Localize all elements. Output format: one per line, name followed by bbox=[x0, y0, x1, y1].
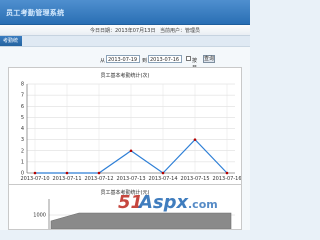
app-header: 员工考勤管理系统 bbox=[0, 0, 250, 25]
data-point bbox=[97, 171, 101, 175]
x-tick-label: 2013-07-13 bbox=[116, 176, 145, 182]
x-tick-label: 2013-07-15 bbox=[180, 176, 209, 182]
y-tick-label: 1000 bbox=[33, 213, 46, 219]
main-content: 从 2013-07-19 到 2013-07-16 按日 查询 员工基本考勤统计… bbox=[0, 47, 250, 230]
data-point bbox=[129, 149, 133, 153]
watermark-logo-icon: 51 Aspx .com bbox=[118, 192, 218, 213]
x-tick-label: 2013-07-12 bbox=[84, 176, 113, 182]
from-label: 从 bbox=[100, 58, 106, 64]
area-series bbox=[50, 212, 232, 229]
data-point bbox=[33, 171, 37, 175]
svg-text:.com: .com bbox=[188, 198, 218, 211]
x-tick-label: 2013-07-11 bbox=[52, 176, 81, 182]
data-point bbox=[161, 171, 165, 175]
y-tick-label: 8 bbox=[21, 82, 24, 88]
y-tick-label: 7 bbox=[21, 93, 24, 99]
to-label: 到 bbox=[142, 58, 148, 64]
attendance-count-chart: 员工基本考勤统计(次) 0 1 2 3 4 5 6 7 8 2013-07-10 2013-07-1… bbox=[8, 67, 242, 185]
data-point bbox=[193, 138, 197, 141]
svg-text:Aspx: Aspx bbox=[137, 192, 190, 213]
x-tick-label: 2013-07-14 bbox=[148, 176, 177, 182]
y-tick-label: 6 bbox=[21, 104, 24, 110]
y-tick-label: 4 bbox=[21, 126, 24, 132]
tab-attendance-stats[interactable]: 考勤统计 bbox=[0, 36, 22, 54]
y-tick-label: 2 bbox=[21, 148, 24, 154]
y-tick-label: 1 bbox=[21, 159, 24, 165]
x-tick-label: 2013-07-10 bbox=[20, 176, 49, 182]
data-point bbox=[65, 171, 69, 175]
nav-strip: 考勤统计 bbox=[0, 36, 250, 54]
app-title: 员工考勤管理系统 bbox=[6, 9, 65, 17]
by-day-checkbox[interactable] bbox=[186, 56, 191, 61]
date-to-input[interactable]: 2013-07-16 bbox=[148, 55, 182, 63]
line-chart-svg: 0123456782013-07-10 2013-07-11 2013-07-12 2… bbox=[20, 82, 241, 183]
x-tick-label: 2013-07-16 bbox=[212, 176, 241, 182]
query-button[interactable]: 查询 bbox=[203, 55, 215, 63]
y-tick-label: 3 bbox=[21, 137, 24, 143]
info-bar: 今日日期：2013年07月13日 当前用户：管理员 bbox=[0, 25, 250, 36]
current-user-text: 当前用户：管理员 bbox=[160, 28, 201, 34]
data-point bbox=[225, 171, 229, 175]
date-from-input[interactable]: 2013-07-19 bbox=[106, 55, 140, 63]
y-tick-label: 5 bbox=[21, 115, 24, 121]
current-date-text: 今日日期：2013年07月13日 bbox=[90, 28, 156, 34]
